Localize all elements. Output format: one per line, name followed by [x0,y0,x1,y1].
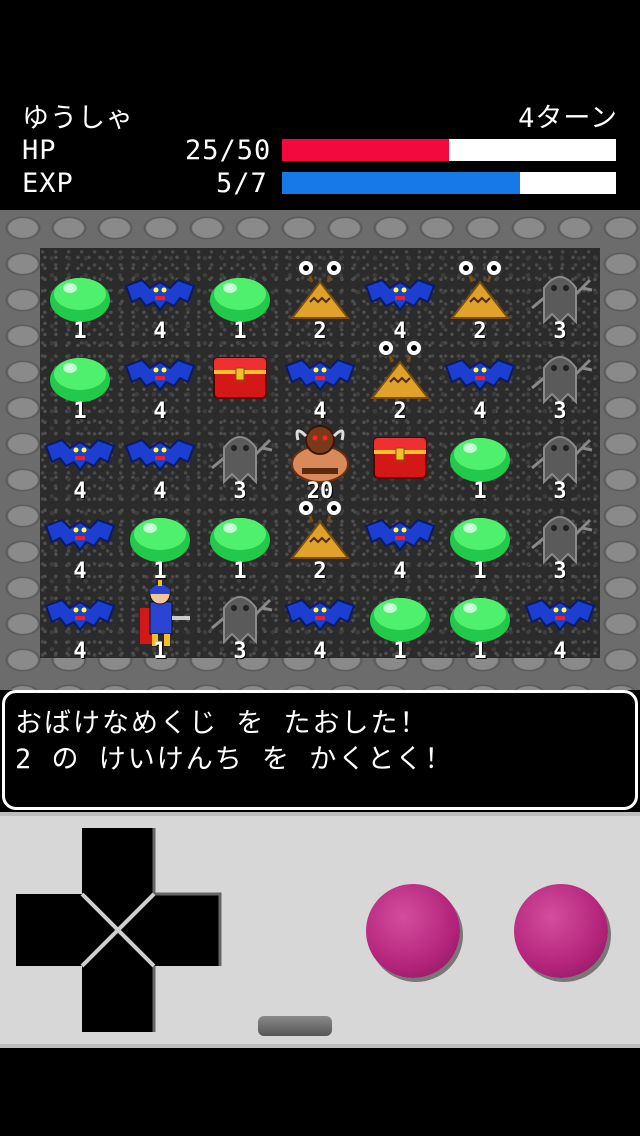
tile-chest [200,338,280,420]
bat-sprite-icon [124,438,196,472]
tile-level: 1 [473,639,487,664]
tile-snail: 2 [360,338,440,424]
bat-sprite-icon [444,358,516,392]
tile-slime: 1 [40,338,120,424]
tile-slime: 1 [440,498,520,584]
b-button[interactable] [366,884,460,978]
turn-counter: 4ターン [518,103,618,134]
controller-panel [0,812,640,1048]
tile-level: 1 [153,639,167,664]
tile-ghost: 3 [200,418,280,504]
message-window: おばけなめくじ を たおした！ 2 の けいけんち を かくとく！ [2,690,638,810]
exp-label: EXP [22,168,74,199]
tile-level: 1 [393,639,407,664]
message-line-2: 2 の けいけんち を かくとく！ [15,744,454,775]
bat-sprite-icon [44,438,116,472]
hero-name: ゆうしゃ [22,103,134,134]
ghost-sprite-icon [531,276,593,325]
exp-value: 5/7 [216,168,268,199]
tile-hero: 1 [120,578,200,664]
tile-bat: 4 [40,498,120,584]
tile-bat: 4 [40,418,120,504]
ghost-sprite-icon [531,356,593,405]
tile-chest [360,418,440,500]
tile-level: 4 [313,639,327,664]
dungeon-floor: 1 4 1 2 4 2 3 1 4 4 2 4 3 4 4 3 20 1 3 4 1 1 2 4 1 3 4 1 3 4 1 1 4 [40,248,600,664]
slime-sprite-icon [50,358,110,402]
ghost-sprite-icon [531,516,593,565]
tile-snail: 2 [440,258,520,344]
tile-ghost: 3 [520,498,600,584]
dungeon-map: 1 4 1 2 4 2 3 1 4 4 2 4 3 4 4 3 20 1 3 4 1 1 2 4 1 3 4 1 3 4 1 1 4 [0,210,640,690]
slime-sprite-icon [450,518,510,562]
ghost-sprite-icon [531,436,593,485]
chest-sprite-icon [373,437,427,479]
bat-sprite-icon [524,598,596,632]
tile-ghost: 3 [520,418,600,504]
bat-sprite-icon [364,518,436,552]
status-panel: ゆうしゃ 4ターン HP 25/50 EXP 5/7 [0,0,640,210]
ghost-sprite-icon [211,436,273,485]
tile-slime: 1 [120,498,200,584]
tile-bat: 4 [40,578,120,664]
snail-sprite-icon [369,339,431,399]
tile-level: 4 [73,639,87,664]
hp-bar [282,139,616,161]
bat-sprite-icon [124,278,196,312]
tile-slime: 1 [200,258,280,344]
tile-ghost: 3 [520,338,600,424]
tile-bat: 4 [360,258,440,344]
tile-snail: 2 [280,258,360,344]
tile-slime: 1 [360,578,440,664]
slime-sprite-icon [450,598,510,642]
ghost-sprite-icon [211,596,273,645]
bat-sprite-icon [124,358,196,392]
bat-sprite-icon [284,358,356,392]
chest-sprite-icon [213,357,267,399]
tile-snail: 2 [280,498,360,584]
tile-ghost: 3 [520,258,600,344]
bat-sprite-icon [364,278,436,312]
minotaur-sprite-icon [291,425,349,483]
tile-bat: 4 [120,418,200,504]
slime-sprite-icon [50,278,110,322]
tile-level: 4 [553,639,567,664]
tile-minotaur: 20 [280,418,360,504]
slime-sprite-icon [210,518,270,562]
tile-bat: 4 [520,578,600,664]
tile-slime: 1 [40,258,120,344]
hp-value: 25/50 [185,135,272,166]
tile-slime: 1 [440,578,520,664]
slime-sprite-icon [450,438,510,482]
select-button[interactable] [258,1016,332,1036]
tile-slime: 1 [200,498,280,584]
slime-sprite-icon [210,278,270,322]
tile-ghost: 3 [200,578,280,664]
hero-sprite-icon [140,580,190,646]
slime-sprite-icon [370,598,430,642]
tile-bat: 4 [120,338,200,424]
bat-sprite-icon [284,598,356,632]
tile-bat: 4 [120,258,200,344]
tile-bat: 4 [360,498,440,584]
tile-bat: 4 [440,338,520,424]
a-button[interactable] [514,884,608,978]
tile-bat: 4 [280,338,360,424]
message-line-1: おばけなめくじ を たおした！ [15,708,429,739]
snail-sprite-icon [289,499,351,559]
tile-slime: 1 [440,418,520,504]
exp-bar-fill [282,172,521,194]
hp-bar-fill [282,139,449,161]
snail-sprite-icon [449,259,511,319]
slime-sprite-icon [130,518,190,562]
tile-level: 3 [233,639,247,664]
tile-bat: 4 [280,578,360,664]
snail-sprite-icon [289,259,351,319]
dpad [16,828,222,1032]
exp-bar [282,172,616,194]
bat-sprite-icon [44,598,116,632]
bat-sprite-icon [44,518,116,552]
hp-label: HP [22,135,57,166]
